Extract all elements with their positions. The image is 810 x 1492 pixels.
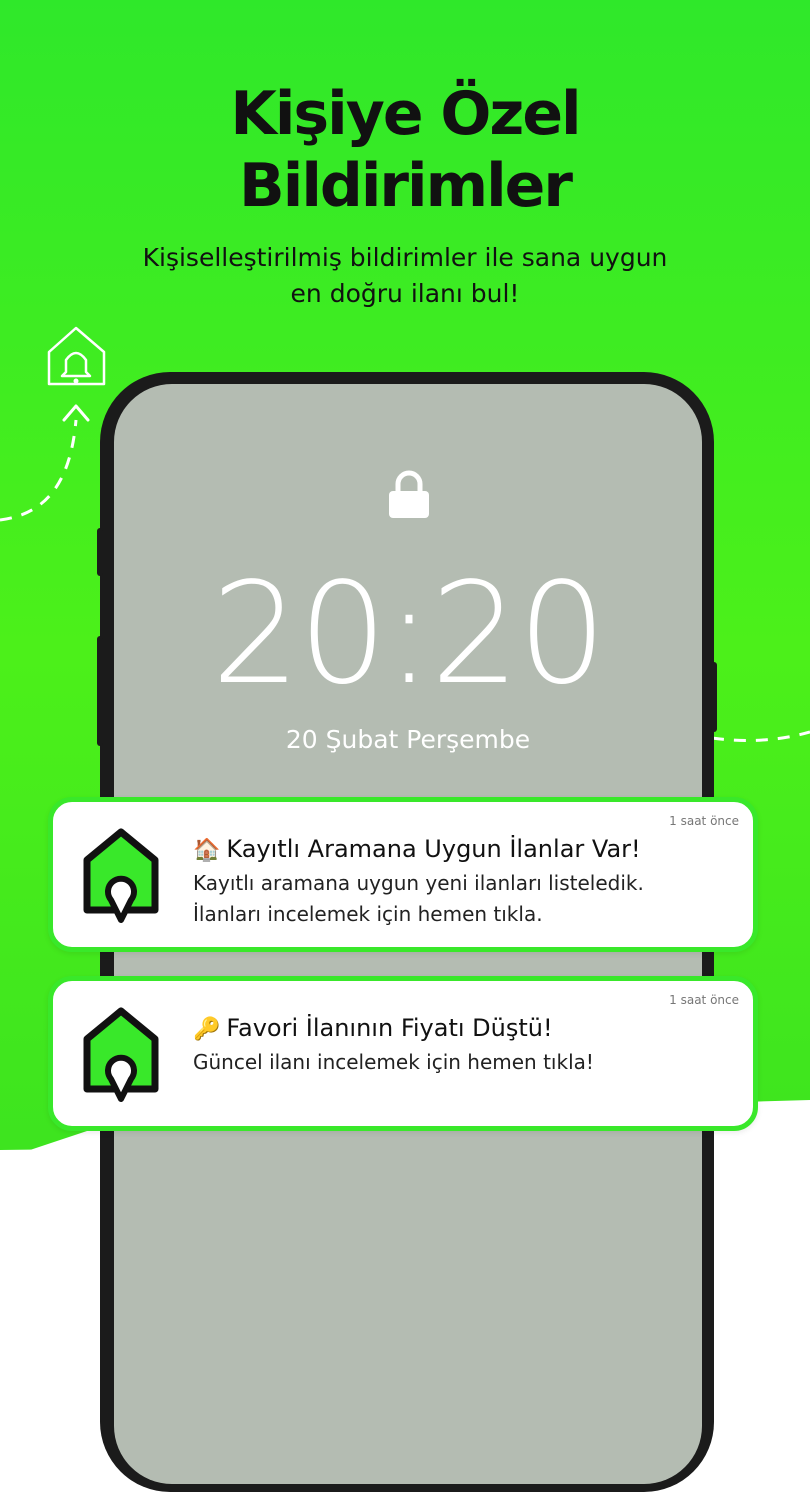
house-pin-icon [83, 828, 159, 923]
dashed-right-path [711, 730, 810, 742]
notification-body-line2: İlanları incelemek için hemen tıkla. [193, 902, 543, 926]
phone-side-button [97, 528, 103, 576]
phone-power-button [711, 662, 717, 732]
house-pin-icon [83, 1007, 159, 1102]
lock-screen-date: 20 Şubat Perşembe [285, 725, 531, 754]
notification-title-text: Favori İlanının Fiyatı Düştü! [226, 1014, 553, 1042]
notification-title-text: Kayıtlı Aramana Uygun İlanlar Var! [226, 835, 641, 863]
notification-time: 1 saat önce [669, 814, 739, 828]
notification-time: 1 saat önce [669, 993, 739, 1007]
notification-price-drop[interactable]: 1 saat önce 🔑 Favori İlanının Fiyatı Düşt… [48, 976, 758, 1131]
dashed-arrow-path [0, 419, 78, 522]
house-bell-icon [47, 326, 106, 386]
notification-body: Kayıtlı aramana uygun yeni ilanları list… [193, 868, 733, 930]
house-emoji-icon: 🏠 [193, 838, 221, 863]
notification-body-line1: Kayıtlı aramana uygun yeni ilanları list… [193, 871, 644, 895]
notification-title: 🏠 Kayıtlı Aramana Uygun İlanlar Var! [193, 832, 641, 868]
arrow-head-icon [62, 404, 90, 422]
notification-saved-search[interactable]: 1 saat önce 🏠 Kayıtlı Aramana Uygun İlanl… [48, 797, 758, 952]
key-emoji-icon: 🔑 [193, 1017, 221, 1042]
notification-body: Güncel ilanı incelemek için hemen tıkla! [193, 1047, 733, 1078]
notification-body-line1: Güncel ilanı incelemek için hemen tıkla! [193, 1050, 594, 1074]
lock-screen-time: 20:20 [211, 553, 606, 716]
notification-title: 🔑 Favori İlanının Fiyatı Düştü! [193, 1011, 553, 1047]
lock-icon [389, 470, 429, 518]
phone-volume-button [97, 636, 103, 746]
